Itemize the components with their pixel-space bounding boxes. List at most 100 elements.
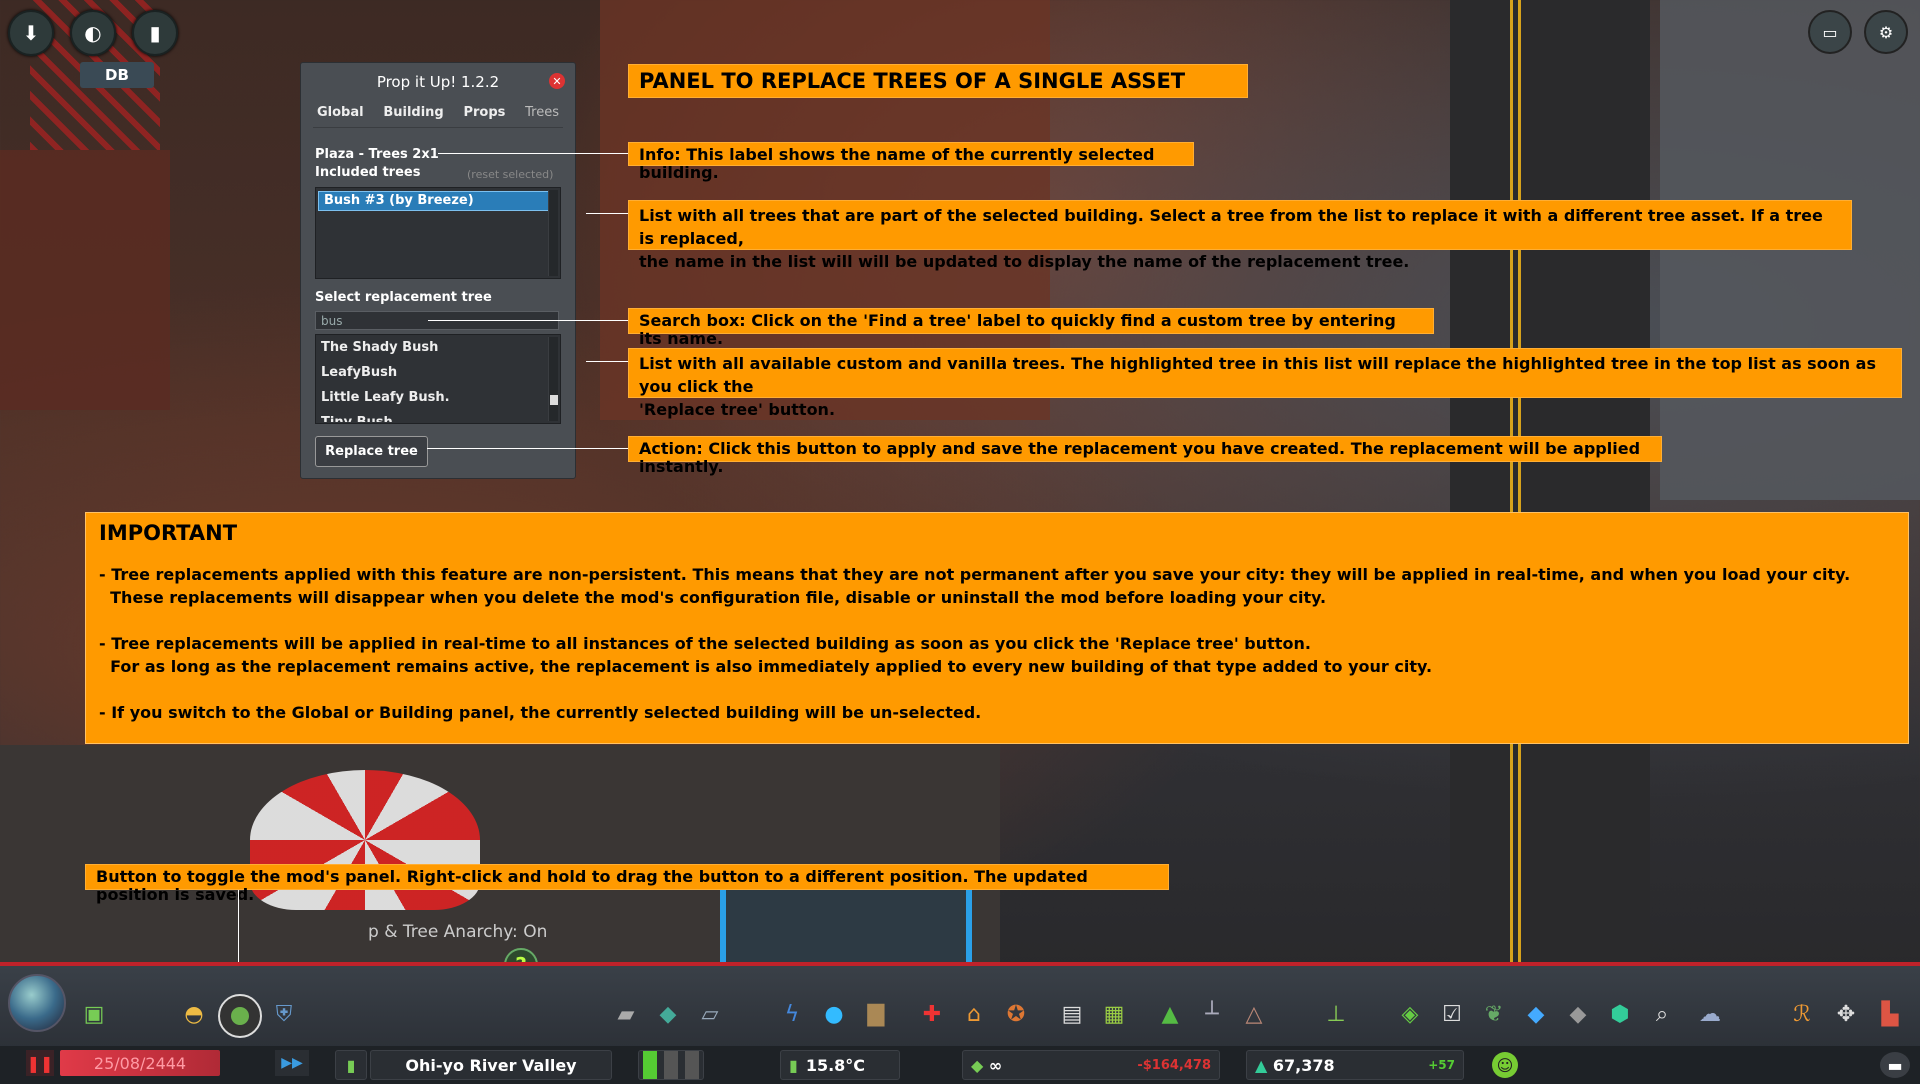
- chat-icon[interactable]: ▬: [1880, 1052, 1910, 1078]
- street-line: [1518, 0, 1521, 1000]
- move-icon[interactable]: ✥: [1830, 998, 1862, 1030]
- traffic-light-icon[interactable]: ▮: [132, 10, 178, 56]
- transport-icon[interactable]: ▦: [1098, 998, 1130, 1030]
- callout-action: Action: Click this button to apply and s…: [628, 436, 1662, 476]
- close-icon[interactable]: ✕: [549, 73, 565, 89]
- list-item[interactable]: Tiny Bush: [316, 410, 560, 422]
- zoning-icon[interactable]: ◆: [652, 998, 684, 1030]
- electricity-icon[interactable]: ϟ: [776, 998, 808, 1030]
- temperature-box[interactable]: ▮ 15.8°C: [780, 1050, 900, 1080]
- callout-list-bottom: List with all available custom and vanil…: [628, 348, 1902, 419]
- search-icon[interactable]: ⌕: [1646, 998, 1678, 1030]
- unlock-icon[interactable]: ▣: [78, 998, 110, 1030]
- healthcare-icon[interactable]: ✚: [916, 998, 948, 1030]
- available-trees-list[interactable]: The Shady Bush LeafyBush Little Leafy Bu…: [315, 334, 561, 424]
- scrollbar[interactable]: [548, 337, 558, 421]
- education-icon[interactable]: ▤: [1056, 998, 1088, 1030]
- important-line: - Tree replacements applied with this fe…: [99, 565, 1851, 584]
- replace-tree-button[interactable]: Replace tree: [315, 436, 428, 467]
- callout-list-top-line1: List with all trees that are part of the…: [639, 206, 1823, 248]
- happiness-icon[interactable]: ☺: [1492, 1052, 1518, 1078]
- callout-info: Info: This label shows the name of the c…: [628, 142, 1194, 182]
- callout-search: Search box: Click on the 'Find a tree' l…: [628, 308, 1434, 348]
- building-name-label: Plaza - Trees 2x1: [315, 147, 439, 162]
- important-line: - Tree replacements will be applied in r…: [99, 634, 1311, 653]
- population-icon: ▲: [1255, 1055, 1268, 1075]
- advisor-icon[interactable]: ◓: [178, 998, 210, 1030]
- tab-bar: Global Building Props Trees: [313, 103, 563, 122]
- unique-icon[interactable]: ◈: [1394, 998, 1426, 1030]
- landscaping-icon[interactable]: △: [1238, 998, 1270, 1030]
- population-delta: +57: [1428, 1058, 1455, 1072]
- police-icon[interactable]: ✪: [1000, 998, 1032, 1030]
- callout-list-bottom-line1: List with all available custom and vanil…: [639, 354, 1876, 396]
- list-item[interactable]: The Shady Bush: [316, 335, 560, 360]
- game-date: 25/08/2444: [60, 1050, 220, 1076]
- monuments-icon[interactable]: ┴: [1196, 998, 1228, 1030]
- db-button[interactable]: DB: [80, 62, 154, 88]
- leader-line: [438, 153, 628, 154]
- select-replacement-label: Select replacement tree: [315, 290, 492, 305]
- leader-line: [427, 448, 628, 449]
- population-box[interactable]: ▲ 67,378 +57: [1246, 1050, 1464, 1080]
- callout-list-bottom-line2: 'Replace tree' button.: [639, 400, 836, 419]
- weather-icon[interactable]: ☁: [1694, 998, 1726, 1030]
- garbage-icon[interactable]: ▇: [860, 998, 892, 1030]
- mod-icon: [231, 1007, 249, 1025]
- scrollbar[interactable]: [548, 190, 558, 276]
- rci-demand-meter[interactable]: [638, 1050, 704, 1080]
- mod-tool-icon[interactable]: ℛ: [1786, 998, 1818, 1030]
- list-item[interactable]: Bush #3 (by Breeze): [318, 191, 550, 211]
- status-bar: ❚❚ 25/08/2444 ▶▶ ▮ Ohi-yo River Valley ▮…: [0, 1046, 1920, 1084]
- tab-building[interactable]: Building: [379, 103, 447, 122]
- tab-props[interactable]: Props: [459, 103, 509, 122]
- included-trees-list[interactable]: Bush #3 (by Breeze): [315, 187, 561, 279]
- prop-it-up-toggle-button[interactable]: [218, 994, 262, 1038]
- important-line: These replacements will disappear when y…: [99, 588, 1327, 607]
- chirper-icon[interactable]: ⛨: [268, 998, 300, 1030]
- mod-launcher-icon-2[interactable]: ◐: [70, 10, 116, 56]
- list-item[interactable]: Little Leafy Bush.: [316, 385, 560, 410]
- bulldozer-icon[interactable]: ▙: [1874, 998, 1906, 1030]
- area-icon[interactable]: ◆: [1562, 998, 1594, 1030]
- mod-launcher-icon[interactable]: ⬇: [8, 10, 54, 56]
- globe-icon[interactable]: [8, 974, 66, 1032]
- important-title: IMPORTANT: [99, 521, 238, 545]
- important-line: - If you switch to the Global or Buildin…: [99, 703, 982, 722]
- layers-icon[interactable]: ◆: [1520, 998, 1552, 1030]
- temperature-value: 15.8°C: [805, 1055, 866, 1075]
- policies-icon[interactable]: ☑: [1436, 998, 1468, 1030]
- water-icon[interactable]: ●: [818, 998, 850, 1030]
- parks-icon[interactable]: ▲: [1154, 998, 1186, 1030]
- tab-divider: [313, 127, 563, 128]
- fire-icon[interactable]: ⌂: [958, 998, 990, 1030]
- districts-icon[interactable]: ▱: [694, 998, 726, 1030]
- toolbar-icons-row: ▣ ◓ ⛨ ▰ ◆ ▱ ϟ ● ▇ ✚ ⌂ ✪ ▤ ▦ ▲ ┴ △ ⊥ ◈ ☑ …: [0, 966, 1920, 1044]
- roads-icon[interactable]: ▰: [610, 998, 642, 1030]
- zoning-demand-icon[interactable]: ▮: [335, 1050, 367, 1080]
- speed-button[interactable]: ▶▶: [275, 1050, 309, 1076]
- building-facade-left: [0, 150, 170, 410]
- terrain-icon[interactable]: ⊥: [1320, 998, 1352, 1030]
- leader-line: [238, 890, 239, 970]
- tab-global[interactable]: Global: [313, 103, 368, 122]
- settings-gear-icon[interactable]: ⚙: [1864, 10, 1908, 54]
- camera-icon[interactable]: ▭: [1808, 10, 1852, 54]
- callout-toggle: Button to toggle the mod's panel. Right-…: [85, 864, 1169, 904]
- list-item[interactable]: LeafyBush: [316, 360, 560, 385]
- info-icon[interactable]: ❦: [1478, 998, 1510, 1030]
- population-value: 67,378: [1272, 1055, 1335, 1075]
- money-delta: -$164,478: [1137, 1057, 1211, 1073]
- leader-line: [428, 320, 628, 321]
- building-info-icon[interactable]: ⬢: [1604, 998, 1636, 1030]
- scrollbar-thumb[interactable]: [550, 395, 558, 405]
- pause-button[interactable]: ❚❚: [26, 1050, 54, 1076]
- reset-selected-link[interactable]: (reset selected): [467, 168, 553, 181]
- important-line: For as long as the replacement remains a…: [99, 657, 1433, 676]
- panel-title: Prop it Up! 1.2.2: [376, 73, 500, 91]
- city-name[interactable]: Ohi-yo River Valley: [370, 1050, 612, 1080]
- prop-it-up-panel: Prop it Up! 1.2.2 ✕ Global Building Prop…: [300, 62, 576, 479]
- money-icon: ◆: [971, 1055, 984, 1075]
- money-box[interactable]: ◆ ∞ -$164,478: [962, 1050, 1220, 1080]
- tab-trees[interactable]: Trees: [521, 103, 563, 122]
